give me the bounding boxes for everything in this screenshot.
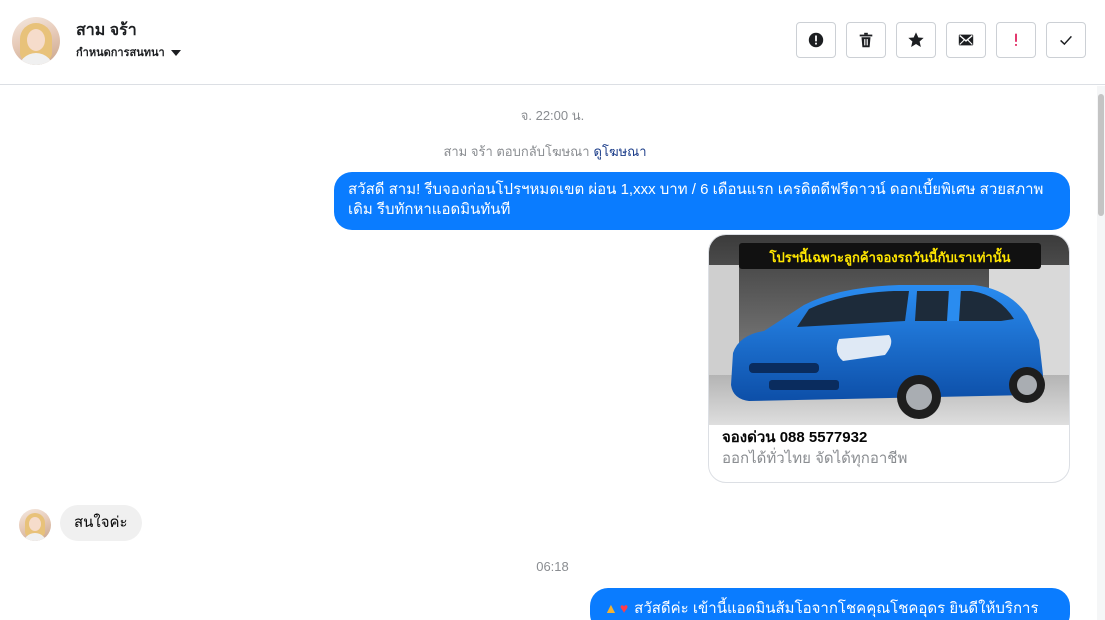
alert-circle-icon bbox=[808, 32, 824, 48]
exclamation-icon bbox=[1015, 33, 1017, 46]
outgoing-message-text: สวัสดีค่ะ เข้านี้แอดมินส้มโอจากโชคคุณโชค… bbox=[634, 600, 1039, 617]
ad-reply-text: สาม จร้า ตอบกลับโฆษณา bbox=[443, 144, 590, 159]
ad-card-subtitle: ออกได้ทั่วไทย จัดได้ทุกอาชีพ bbox=[722, 450, 908, 467]
conversation-toolbar bbox=[796, 22, 1086, 58]
mark-done-button[interactable] bbox=[1046, 22, 1086, 58]
heart-icon: ♥ bbox=[619, 600, 629, 616]
car-image: โปรฯนี้เฉพาะลูกค้าจองรถวันนี้กับเราเท่าน… bbox=[709, 235, 1069, 425]
star-icon bbox=[908, 32, 924, 48]
contact-name[interactable]: สาม จร้า bbox=[76, 18, 137, 43]
ad-card[interactable]: โปรฯนี้เฉพาะลูกค้าจองรถวันนี้กับเราเท่าน… bbox=[708, 234, 1070, 483]
conversation-schedule-label: กำหนดการสนทนา bbox=[76, 47, 165, 59]
delete-button[interactable] bbox=[846, 22, 886, 58]
contact-avatar-small[interactable] bbox=[19, 509, 51, 541]
check-icon bbox=[1060, 35, 1072, 46]
envelope-icon bbox=[958, 34, 974, 46]
pray-hands-icon: ▲ bbox=[604, 600, 618, 616]
conversation-header: สาม จร้า กำหนดการสนทนา bbox=[0, 0, 1105, 85]
caret-down-icon bbox=[170, 49, 181, 56]
message-timestamp: 06:18 bbox=[536, 559, 569, 574]
outgoing-message[interactable]: ▲ ♥ สวัสดีค่ะ เข้านี้แอดมินส้มโอจากโชคคุณโ… bbox=[590, 588, 1070, 620]
mark-important-button[interactable] bbox=[996, 22, 1036, 58]
star-button[interactable] bbox=[896, 22, 936, 58]
view-ad-link[interactable]: ดูโฆษณา bbox=[594, 144, 647, 159]
message-thread[interactable]: จ. 22:00 น. สาม จร้า ตอบกลับโฆษณา ดูโฆษณา… bbox=[0, 86, 1105, 620]
contact-avatar[interactable] bbox=[12, 17, 60, 65]
mark-spam-button[interactable] bbox=[796, 22, 836, 58]
incoming-message[interactable]: สนใจค่ะ bbox=[60, 505, 142, 541]
outgoing-message[interactable]: สวัสดี สาม! รีบจองก่อนโปรฯหมดเขต ผ่อน 1,… bbox=[334, 172, 1070, 230]
message-timestamp: จ. 22:00 น. bbox=[520, 108, 585, 123]
thread-scrollbar[interactable] bbox=[1097, 86, 1105, 620]
trash-icon bbox=[859, 32, 873, 48]
mark-unread-button[interactable] bbox=[946, 22, 986, 58]
conversation-schedule-dropdown[interactable]: กำหนดการสนทนา bbox=[76, 43, 181, 61]
ad-reply-notice: สาม จร้า ตอบกลับโฆษณา ดูโฆษณา bbox=[0, 141, 1090, 162]
